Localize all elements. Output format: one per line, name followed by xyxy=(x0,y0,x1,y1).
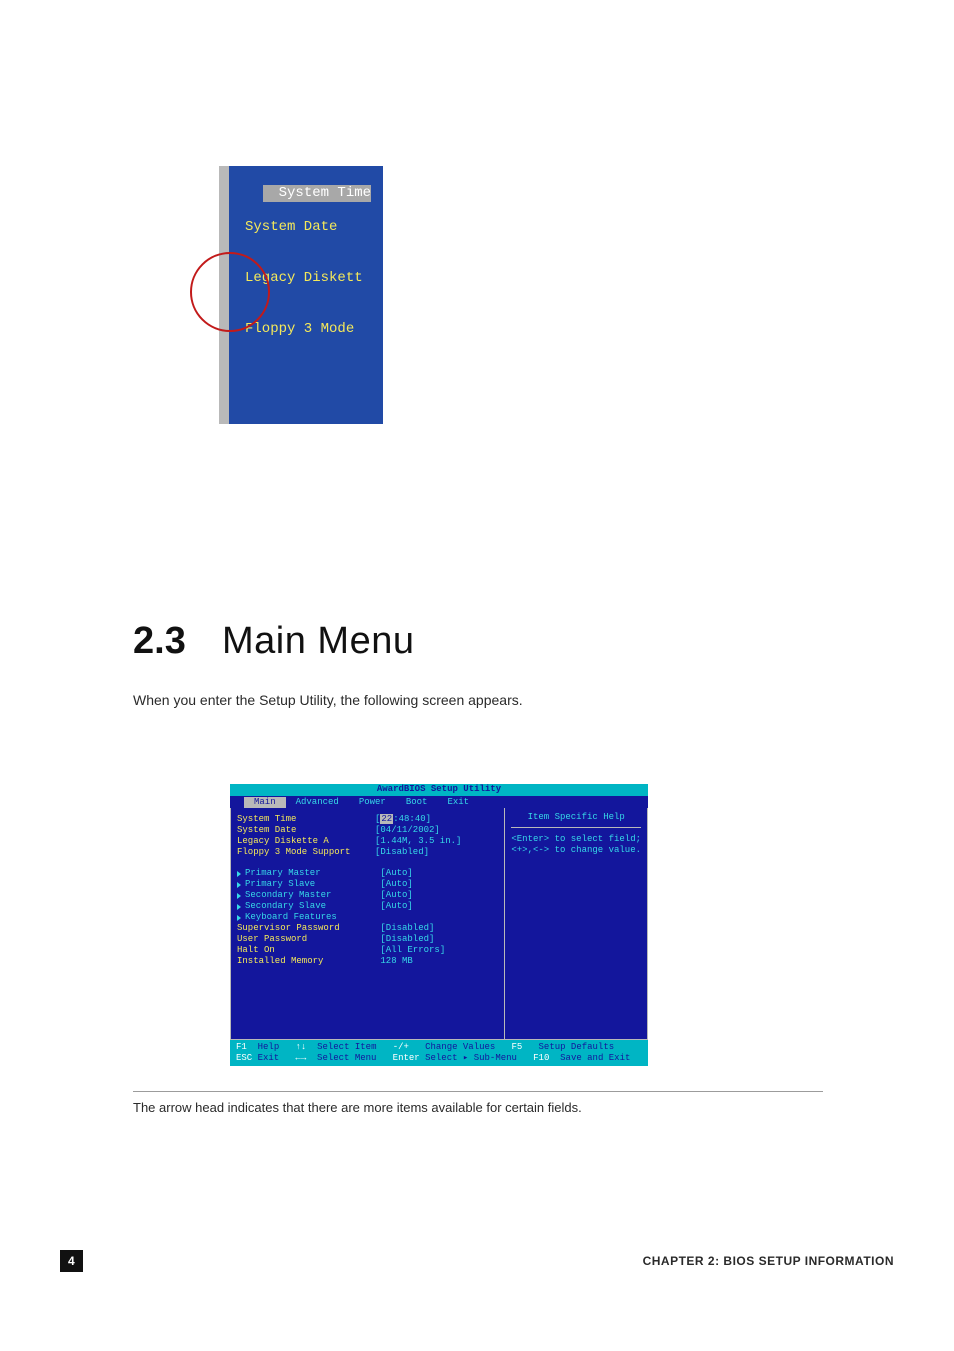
field-system-date[interactable]: System Date [04/11/2002] xyxy=(237,825,498,836)
submenu-secondary-master[interactable]: Secondary Master [Auto] xyxy=(237,890,498,901)
field-label: Legacy Diskette A xyxy=(237,836,375,847)
tab-power[interactable]: Power xyxy=(349,797,396,808)
field-value: [Auto] xyxy=(380,901,412,911)
bios-tabs: Main Advanced Power Boot Exit xyxy=(230,796,648,808)
help-body: <Enter> to select field; <+>,<-> to chan… xyxy=(511,834,641,856)
footer-line-1: F1 Help ↑↓ Select Item -/+ Change Values… xyxy=(236,1042,642,1053)
field-label: Secondary Slave xyxy=(245,901,375,912)
submenu-item: Primary Master xyxy=(229,423,383,424)
field-value: [Disabled] xyxy=(380,934,434,944)
bios-left-pane: System Time [22:48:40] System Date [04/1… xyxy=(230,808,505,1040)
field-label: Keyboard Features xyxy=(245,912,375,923)
page-footer: 4 CHAPTER 2: BIOS SETUP INFORMATION xyxy=(60,1250,894,1272)
field-value: [1.44M, 3.5 in.] xyxy=(375,836,461,847)
field-value: [Disabled] xyxy=(375,847,429,858)
field-value: [22:48:40] xyxy=(375,814,431,825)
field-label: Halt On xyxy=(237,945,375,956)
field-user-password[interactable]: User Password [Disabled] xyxy=(237,934,498,945)
horizontal-rule xyxy=(133,1091,823,1092)
field-label: User Password xyxy=(237,934,375,945)
tab-main[interactable]: Main xyxy=(244,797,286,808)
tab-boot[interactable]: Boot xyxy=(396,797,438,808)
field-value: [Auto] xyxy=(380,879,412,889)
submenu-keyboard-features[interactable]: Keyboard Features xyxy=(237,912,498,923)
help-title: Item Specific Help xyxy=(511,812,641,828)
bios-detail-selected: System Time xyxy=(263,185,371,202)
field-label: Secondary Master xyxy=(245,890,375,901)
field-supervisor-password[interactable]: Supervisor Password [Disabled] xyxy=(237,923,498,934)
submenu-secondary-slave[interactable]: Secondary Slave [Auto] xyxy=(237,901,498,912)
section-number: 2.3 xyxy=(133,620,186,663)
section-description: When you enter the Setup Utility, the fo… xyxy=(133,690,823,710)
menu-item: System Date xyxy=(229,219,383,236)
submenu-primary-master[interactable]: Primary Master [Auto] xyxy=(237,868,498,879)
field-label: Installed Memory xyxy=(237,956,375,967)
field-label: System Time xyxy=(237,814,375,825)
field-label: System Date xyxy=(237,825,375,836)
field-value: [Disabled] xyxy=(380,923,434,933)
bios-window: AwardBIOS Setup Utility Main Advanced Po… xyxy=(230,784,648,1066)
bios-banner: AwardBIOS Setup Utility xyxy=(230,784,648,796)
field-value: [Auto] xyxy=(380,868,412,878)
footnote-text: The arrow head indicates that there are … xyxy=(133,1100,823,1115)
field-installed-memory: Installed Memory 128 MB xyxy=(237,956,498,967)
bios-help-pane: Item Specific Help <Enter> to select fie… xyxy=(505,808,648,1040)
tab-advanced[interactable]: Advanced xyxy=(286,797,349,808)
field-label: Supervisor Password xyxy=(237,923,375,934)
tab-exit[interactable]: Exit xyxy=(437,797,479,808)
bios-footer: F1 Help ↑↓ Select Item -/+ Change Values… xyxy=(230,1040,648,1066)
field-value: [04/11/2002] xyxy=(375,825,440,836)
field-value: [Auto] xyxy=(380,890,412,900)
blank-row xyxy=(229,372,383,389)
field-label: Primary Slave xyxy=(245,879,375,890)
page-number: 4 xyxy=(60,1250,83,1272)
section-title: Main Menu xyxy=(222,620,414,663)
submenu-primary-slave[interactable]: Primary Slave [Auto] xyxy=(237,879,498,890)
field-value: 128 MB xyxy=(380,956,412,966)
field-legacy-diskette[interactable]: Legacy Diskette A [1.44M, 3.5 in.] xyxy=(237,836,498,847)
chapter-title: CHAPTER 2: BIOS SETUP INFORMATION xyxy=(643,1254,894,1268)
field-halt-on[interactable]: Halt On [All Errors] xyxy=(237,945,498,956)
field-label: Floppy 3 Mode Support xyxy=(237,847,375,858)
footer-line-2: ESC Exit ←→ Select Menu Enter Select ▸ S… xyxy=(236,1053,642,1064)
annotation-circle xyxy=(190,252,270,332)
field-floppy3[interactable]: Floppy 3 Mode Support [Disabled] xyxy=(237,847,498,858)
field-system-time[interactable]: System Time [22:48:40] xyxy=(237,814,498,825)
field-label: Primary Master xyxy=(245,868,375,879)
field-value: [All Errors] xyxy=(380,945,445,955)
